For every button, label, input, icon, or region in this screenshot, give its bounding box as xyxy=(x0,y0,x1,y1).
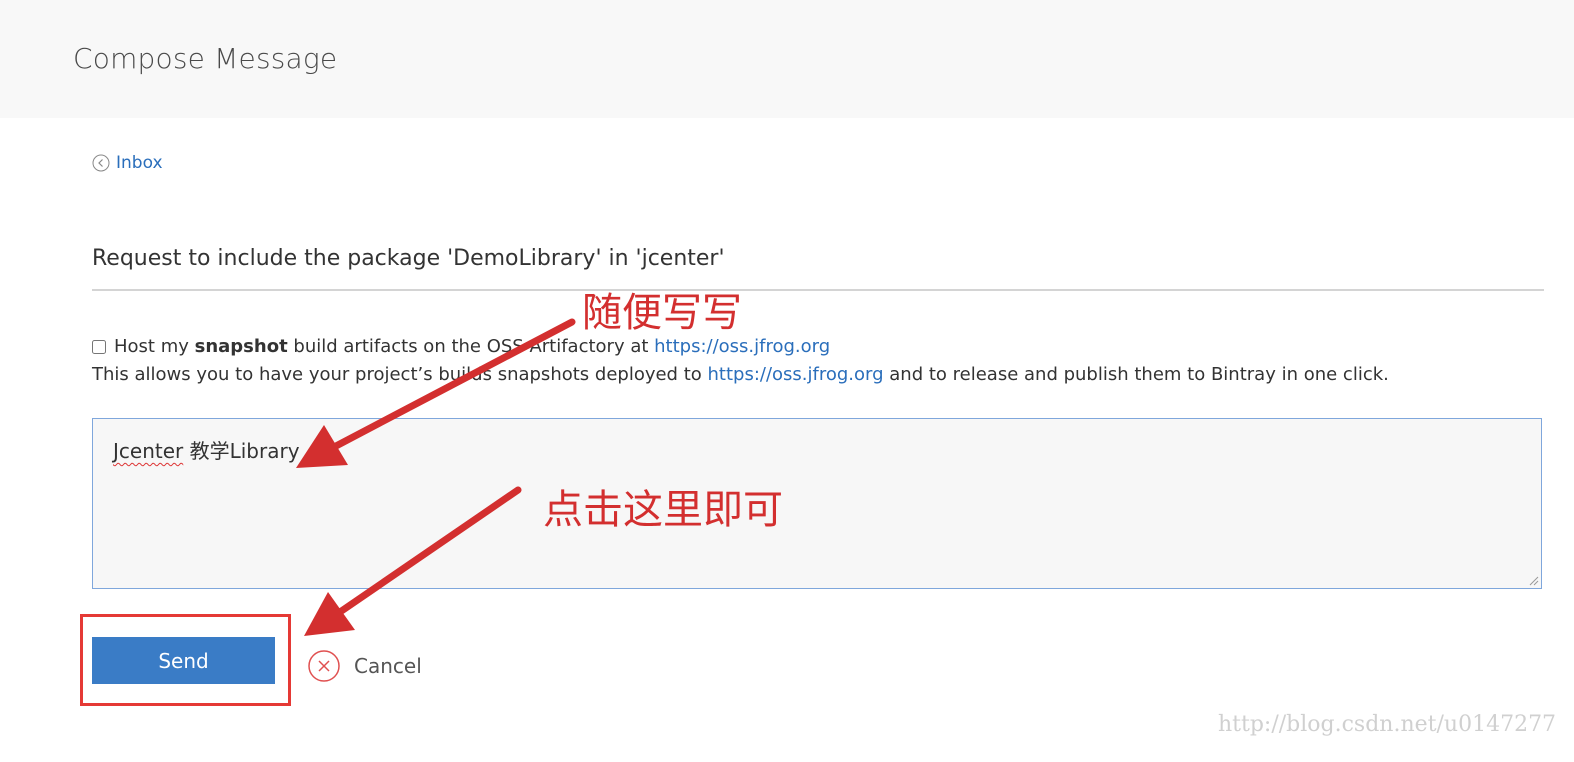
watermark: http://blog.csdn.net/u0147277 xyxy=(1218,712,1557,737)
arrow-2-shaft xyxy=(336,486,522,616)
annotation-note-2: 点击这里即可 xyxy=(543,487,783,533)
annotation-arrows xyxy=(296,318,576,636)
annotation-note-1: 随便写写 xyxy=(582,290,742,336)
arrow-1-shaft xyxy=(332,318,576,450)
arrow-2-head xyxy=(304,592,355,636)
